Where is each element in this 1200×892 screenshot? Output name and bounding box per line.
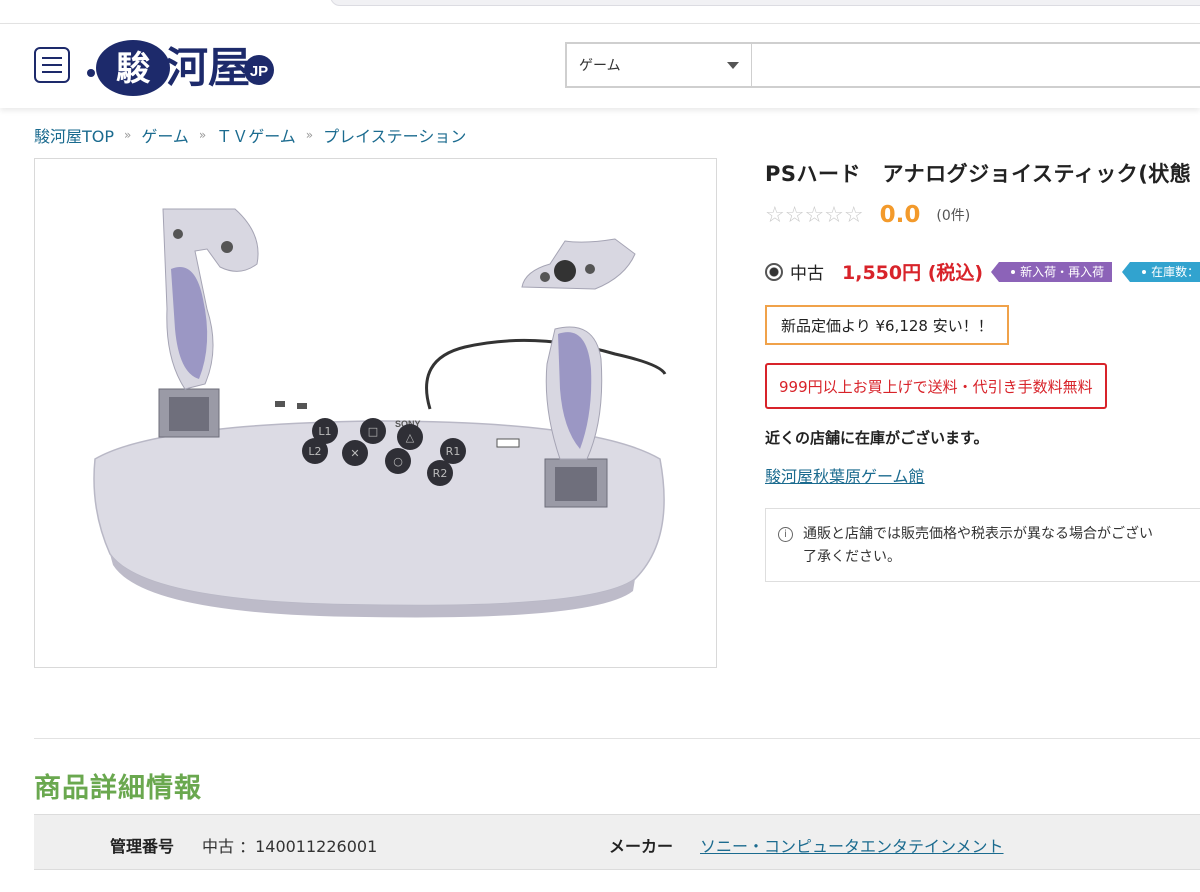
free-shipping-notice: 999円以上お買上げで送料・代引き手数料無料	[765, 363, 1107, 409]
mgmt-number-value: 中古 ：140011226001	[202, 837, 378, 856]
condition-label: 中古	[790, 264, 824, 284]
maker-label: メーカー	[609, 837, 674, 856]
notice-line-2: 了承ください。	[803, 549, 901, 565]
browser-top-strip	[0, 0, 1200, 24]
product-image[interactable]: SONY L1 □ △ R1 L2 ✕ ○ R2	[34, 158, 717, 668]
hamburger-menu-icon[interactable]	[34, 47, 70, 83]
maker-link[interactable]: ソニー・コンピュータエンタテインメント	[700, 833, 1004, 857]
price-row: 中古 1,550円 (税込) 新入荷・再入荷 在庫数：	[765, 258, 1200, 285]
site-header: 駿 河屋 JP ゲーム	[0, 24, 1200, 108]
browser-address-bar[interactable]	[330, 0, 1200, 6]
image-button-label: R2	[433, 467, 448, 480]
image-button-label: ✕	[350, 447, 359, 460]
search-category-select[interactable]: ゲーム	[567, 44, 752, 86]
price: 1,550円 (税込)	[842, 262, 984, 284]
info-icon: i	[778, 527, 793, 542]
breadcrumb-separator-icon: »	[198, 128, 207, 142]
breadcrumb-game[interactable]: ゲーム	[141, 123, 189, 147]
store-stock-message: 近くの店舗に在庫がございます。	[765, 429, 989, 447]
logo-text: 河屋	[166, 43, 250, 92]
chevron-down-icon	[727, 62, 739, 69]
store-link[interactable]: 駿河屋秋葉原ゲーム館	[765, 463, 925, 487]
new-arrival-badge: 新入荷・再入荷	[991, 261, 1113, 282]
notice-line-1: 通販と店舗では販売価格や税表示が異なる場合がござい	[803, 526, 1153, 542]
image-button-label: △	[406, 431, 415, 444]
star-rating-icon[interactable]: ☆☆☆☆☆	[765, 203, 864, 228]
image-button-label: L2	[308, 445, 321, 458]
image-button-label: R1	[446, 445, 461, 458]
rating-row: ☆☆☆☆☆ 0.0 (0件)	[765, 202, 970, 228]
search-bar: ゲーム	[565, 42, 1200, 88]
breadcrumb-tv-game[interactable]: ＴＶゲーム	[216, 123, 296, 147]
stock-count-badge: 在庫数：	[1122, 261, 1200, 282]
product-title: PSハード アナログジョイスティック(状態	[765, 162, 1192, 186]
site-logo[interactable]: 駿 河屋 JP	[82, 36, 282, 96]
image-button-label: □	[368, 425, 378, 438]
rating-score: 0.0	[879, 202, 921, 228]
price-notice: i 通販と店舗では販売価格や税表示が異なる場合がござい 了承ください。	[765, 508, 1200, 582]
logo-badge: JP	[250, 63, 268, 80]
breadcrumb-playstation[interactable]: プレイステーション	[323, 123, 466, 147]
image-button-label: ○	[393, 455, 403, 468]
details-row: 管理番号 中古 ：140011226001 メーカー ソニー・コンピュータエンタ…	[34, 814, 1200, 870]
mgmt-number-label: 管理番号	[110, 837, 175, 856]
breadcrumb-home[interactable]: 駿河屋TOP	[34, 123, 114, 147]
details-section-title: 商品詳細情報	[34, 773, 202, 804]
breadcrumb: 駿河屋TOP » ゲーム » ＴＶゲーム » プレイステーション	[34, 123, 466, 147]
review-count[interactable]: (0件)	[936, 205, 970, 225]
joystick-illustration: SONY L1 □ △ R1 L2 ✕ ○ R2	[93, 208, 667, 618]
logo-char-1: 駿	[116, 49, 151, 89]
breadcrumb-separator-icon: »	[305, 128, 314, 142]
breadcrumb-separator-icon: »	[124, 128, 132, 142]
image-button-label: L1	[318, 425, 331, 438]
search-category-label: ゲーム	[579, 58, 621, 74]
product-info: PSハード アナログジョイスティック(状態 ☆☆☆☆☆ 0.0 (0件) 中古 …	[765, 158, 1200, 582]
section-divider	[34, 738, 1200, 739]
savings-box: 新品定価より ¥6,128 安い！！	[765, 305, 1009, 345]
condition-radio[interactable]	[765, 262, 783, 281]
